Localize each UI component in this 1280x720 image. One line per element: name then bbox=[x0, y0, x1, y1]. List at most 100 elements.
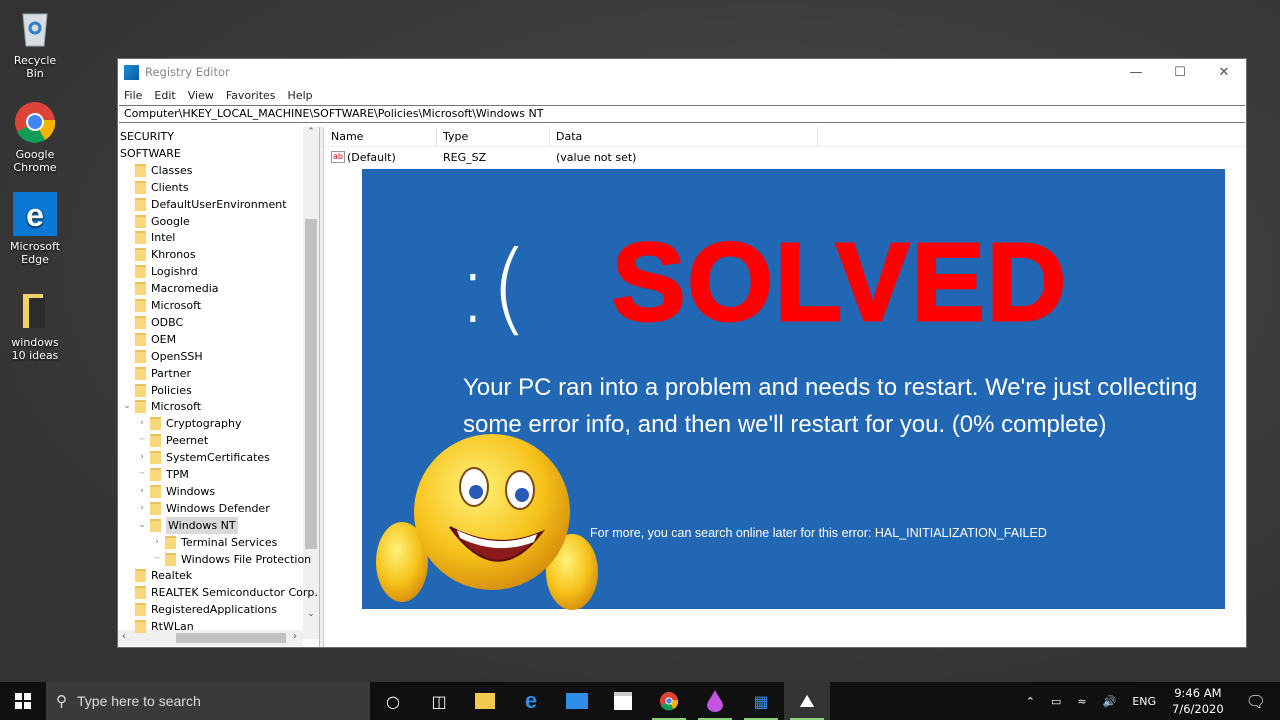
tree-node[interactable]: DefaultUserEnvironment bbox=[135, 196, 287, 213]
tree-node[interactable]: OEM bbox=[135, 331, 176, 348]
folder-icon bbox=[135, 586, 146, 600]
taskbar-edge[interactable]: e bbox=[508, 682, 554, 720]
tree-node-label: Terminal Services bbox=[181, 535, 278, 549]
scroll-right-icon[interactable]: › bbox=[293, 631, 297, 642]
tree-node[interactable]: Realtek bbox=[135, 567, 192, 584]
tree-node[interactable]: RegisteredApplications bbox=[135, 601, 277, 618]
taskbar-file-explorer[interactable] bbox=[462, 682, 508, 720]
close-button[interactable]: ✕ bbox=[1202, 59, 1246, 85]
pane-splitter[interactable] bbox=[320, 127, 324, 647]
tree-node[interactable]: Clients bbox=[135, 179, 189, 196]
folder-icon bbox=[135, 180, 146, 194]
desktop-icon-windows-10-ideas[interactable]: windows 10 ideas bbox=[4, 288, 66, 362]
task-view-button[interactable]: ◫ bbox=[416, 682, 462, 720]
tree-node[interactable]: › Cryptography bbox=[137, 415, 241, 432]
tree-node-label: RtWLan bbox=[151, 620, 194, 634]
column-type[interactable]: Type bbox=[437, 126, 550, 147]
chevron-right-icon[interactable]: › bbox=[137, 449, 147, 466]
tree-node-label: Intel bbox=[151, 231, 176, 245]
tree-node[interactable]: › Windows Defender bbox=[137, 500, 270, 517]
chevron-right-icon[interactable]: › bbox=[137, 500, 147, 517]
tree-node-label: SOFTWARE bbox=[120, 146, 181, 160]
clock-time: 9:46 AM bbox=[1174, 686, 1222, 700]
taskbar-mail[interactable] bbox=[554, 682, 600, 720]
chevron-right-icon[interactable]: › bbox=[137, 483, 147, 500]
tree-node[interactable]: REALTEK Semiconductor Corp. bbox=[135, 584, 318, 601]
folder-icon bbox=[135, 332, 146, 346]
tree-node-label: SECURITY bbox=[120, 130, 174, 143]
battery-icon[interactable]: ▭ bbox=[1043, 695, 1069, 708]
cortana-icon: ○ bbox=[386, 691, 400, 711]
tree-node[interactable]: › Terminal Services bbox=[152, 534, 277, 551]
tree-node-label: Windows bbox=[166, 484, 216, 498]
action-center-icon[interactable]: 🗨 bbox=[1232, 692, 1280, 711]
scroll-up-icon[interactable]: ⌃ bbox=[303, 127, 319, 137]
taskbar-search-box[interactable]: ⚲ Type here to search bbox=[46, 682, 370, 720]
tree-node[interactable]: ODBC bbox=[135, 314, 183, 331]
tree-node[interactable]: RtWLan bbox=[135, 618, 194, 635]
show-hidden-icons[interactable]: ⌃ bbox=[1018, 695, 1043, 708]
taskbar-paint-3d[interactable] bbox=[692, 682, 738, 720]
start-button[interactable] bbox=[0, 682, 46, 720]
desktop-icon-edge[interactable]: e Microsoft Edge bbox=[4, 192, 66, 266]
folder-icon bbox=[135, 315, 146, 329]
tree-node[interactable]: › SystemCertificates bbox=[137, 449, 270, 466]
value-row[interactable]: ab (Default) REG_SZ (value not set) bbox=[325, 147, 1246, 167]
tree-node[interactable]: ┈ TPM bbox=[137, 466, 189, 483]
taskbar-store[interactable] bbox=[600, 682, 646, 720]
tree-node[interactable]: SECURITY bbox=[120, 128, 174, 145]
maximize-button[interactable]: ☐ bbox=[1158, 59, 1202, 85]
cortana-button[interactable]: ○ bbox=[370, 682, 416, 720]
menu-edit[interactable]: Edit bbox=[154, 89, 175, 102]
tree-node-label: Microsoft bbox=[151, 400, 202, 414]
tree-node[interactable]: ┈ Peernet bbox=[137, 432, 208, 449]
volume-icon[interactable]: 🔊 bbox=[1095, 695, 1125, 708]
menu-favorites[interactable]: Favorites bbox=[226, 89, 276, 102]
tree-node-label: Microsoft bbox=[151, 299, 202, 312]
sad-face: :( bbox=[456, 229, 529, 346]
wifi-icon[interactable]: ≈ bbox=[1069, 695, 1094, 708]
title-bar[interactable]: Registry Editor — ☐ ✕ bbox=[118, 59, 1246, 85]
chevron-right-icon[interactable]: › bbox=[152, 534, 162, 551]
store-icon bbox=[614, 692, 632, 710]
desktop-icon-recycle-bin[interactable]: Recycle Bin bbox=[4, 6, 66, 80]
column-data[interactable]: Data bbox=[550, 126, 818, 147]
tree-node[interactable]: Macromedia bbox=[135, 280, 219, 297]
scroll-left-icon[interactable]: ‹ bbox=[122, 631, 126, 642]
tree-node[interactable]: Intel bbox=[135, 229, 175, 246]
chevron-right-icon[interactable]: › bbox=[137, 415, 147, 432]
tree-node[interactable]: OpenSSH bbox=[135, 348, 203, 365]
tree-node[interactable]: Google bbox=[135, 213, 190, 230]
tree-node[interactable]: SOFTWARE bbox=[120, 145, 181, 162]
taskbar-photos[interactable]: ⛰ bbox=[784, 682, 830, 720]
tree-node[interactable]: Microsoft bbox=[135, 297, 201, 314]
bsod-error-line: For more, you can search online later fo… bbox=[590, 526, 1047, 540]
tree-node[interactable]: Classes bbox=[135, 162, 192, 179]
chevron-down-icon[interactable]: ⌄ bbox=[122, 398, 132, 415]
taskbar-chrome[interactable] bbox=[646, 682, 692, 720]
folder-icon bbox=[150, 434, 161, 448]
scroll-thumb[interactable] bbox=[305, 219, 317, 549]
tree-node[interactable]: Logishrd bbox=[135, 263, 198, 280]
clock[interactable]: 9:46 AM 7/6/2020 bbox=[1164, 685, 1232, 717]
tree-node[interactable]: Khronos bbox=[135, 246, 196, 263]
menu-view[interactable]: View bbox=[188, 89, 214, 102]
scroll-down-icon[interactable]: ⌄ bbox=[303, 609, 319, 619]
tree-node[interactable]: ⌄ Windows NT bbox=[137, 516, 238, 534]
menu-file[interactable]: File bbox=[124, 89, 142, 102]
taskbar-app[interactable]: ▦ bbox=[738, 682, 784, 720]
address-bar[interactable]: Computer\HKEY_LOCAL_MACHINE\SOFTWARE\Pol… bbox=[119, 105, 1245, 123]
column-name[interactable]: Name bbox=[325, 126, 437, 147]
tree-node[interactable]: Policies bbox=[135, 382, 192, 399]
tree-node[interactable]: Partner bbox=[135, 365, 191, 382]
tree-node[interactable]: ┈ Windows File Protection bbox=[152, 551, 311, 568]
menu-help[interactable]: Help bbox=[288, 89, 313, 102]
minimize-button[interactable]: — bbox=[1114, 59, 1158, 85]
chevron-down-icon[interactable]: ⌄ bbox=[137, 517, 147, 534]
tree-node[interactable]: ⌄ Microsoft bbox=[122, 398, 201, 415]
tree-node-label: Windows Defender bbox=[166, 501, 270, 515]
tree-node-label: ODBC bbox=[151, 315, 184, 329]
desktop-icon-chrome[interactable]: Google Chrome bbox=[4, 100, 66, 174]
tree-node[interactable]: › Windows bbox=[137, 483, 215, 500]
language-indicator[interactable]: ENG bbox=[1124, 695, 1164, 708]
